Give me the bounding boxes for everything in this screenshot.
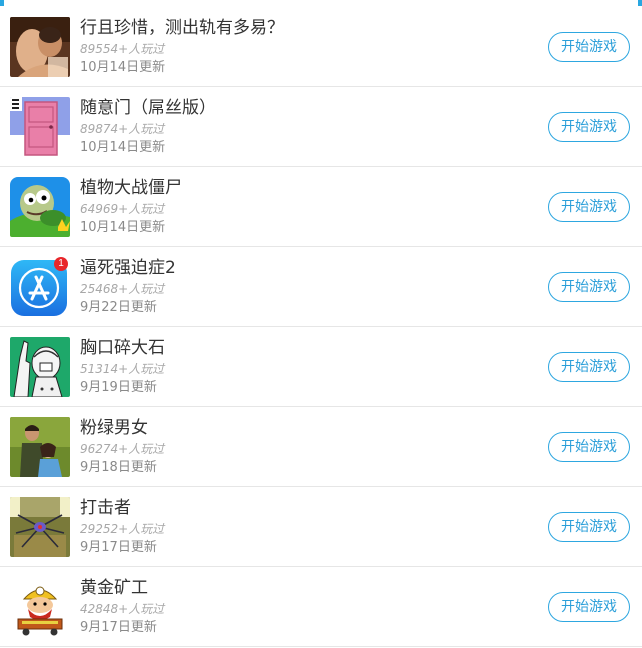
gold-miner-icon[interactable] (10, 577, 70, 637)
start-game-button[interactable]: 开始游戏 (548, 32, 630, 62)
start-game-button[interactable]: 开始游戏 (548, 592, 630, 622)
update-date: 9月17日更新 (80, 540, 157, 555)
start-game-button[interactable]: 开始游戏 (548, 112, 630, 142)
game-list: 行且珍惜，测出轨有多易？ 89554+人玩过 10月14日更新 开始游戏 随意门… (0, 7, 642, 647)
top-edge-indicator (0, 0, 642, 6)
game-row: 打击者 29252+人玩过 9月17日更新 开始游戏 (0, 487, 642, 567)
zombie-icon[interactable] (10, 177, 70, 237)
notification-badge: 1 (58, 258, 64, 269)
game-row: 胸口碎大石 51314+人玩过 9月19日更新 开始游戏 (0, 327, 642, 407)
play-count: 25468+人玩过 (80, 282, 165, 296)
game-row: 植物大战僵尸 64969+人玩过 10月14日更新 开始游戏 (0, 167, 642, 247)
play-count: 29252+人玩过 (80, 522, 165, 536)
game-title[interactable]: 胸口碎大石 (80, 337, 165, 359)
start-game-button[interactable]: 开始游戏 (548, 432, 630, 462)
game-title[interactable]: 随意门（屌丝版） (80, 97, 216, 119)
game-row: 黄金矿工 42848+人玩过 9月17日更新 开始游戏 (0, 567, 642, 647)
game-row: 1 逼死强迫症2 25468+人玩过 9月22日更新 开始游戏 (0, 247, 642, 327)
start-game-button[interactable]: 开始游戏 (548, 192, 630, 222)
start-game-button[interactable]: 开始游戏 (548, 272, 630, 302)
update-date: 9月18日更新 (80, 460, 157, 475)
start-game-button[interactable]: 开始游戏 (548, 512, 630, 542)
play-count: 51314+人玩过 (80, 362, 165, 376)
update-date: 10月14日更新 (80, 60, 166, 75)
update-date: 9月22日更新 (80, 300, 157, 315)
couple-photo-icon[interactable] (10, 417, 70, 477)
game-row: 行且珍惜，测出轨有多易？ 89554+人玩过 10月14日更新 开始游戏 (0, 7, 642, 87)
start-game-button[interactable]: 开始游戏 (548, 352, 630, 382)
game-title[interactable]: 植物大战僵尸 (80, 177, 182, 199)
cartoon-hand-icon[interactable] (10, 337, 70, 397)
game-title[interactable]: 粉绿男女 (80, 417, 148, 439)
game-row: 随意门（屌丝版） 89874+人玩过 10月14日更新 开始游戏 (0, 87, 642, 167)
update-date: 9月17日更新 (80, 620, 157, 635)
pink-door-icon[interactable] (10, 97, 70, 157)
romance-couple-icon[interactable] (10, 17, 70, 77)
update-date: 10月14日更新 (80, 140, 166, 155)
game-title[interactable]: 行且珍惜，测出轨有多易？ (80, 17, 284, 39)
update-date: 10月14日更新 (80, 220, 166, 235)
game-title[interactable]: 黄金矿工 (80, 577, 148, 599)
game-title[interactable]: 打击者 (80, 497, 131, 519)
striker-spider-icon[interactable] (10, 497, 70, 557)
play-count: 89554+人玩过 (80, 42, 165, 56)
play-count: 64969+人玩过 (80, 202, 165, 216)
play-count: 42848+人玩过 (80, 602, 165, 616)
play-count: 89874+人玩过 (80, 122, 165, 136)
game-title[interactable]: 逼死强迫症2 (80, 257, 176, 279)
update-date: 9月19日更新 (80, 380, 157, 395)
app-store-icon[interactable]: 1 (10, 257, 70, 317)
play-count: 96274+人玩过 (80, 442, 165, 456)
game-row: 粉绿男女 96274+人玩过 9月18日更新 开始游戏 (0, 407, 642, 487)
